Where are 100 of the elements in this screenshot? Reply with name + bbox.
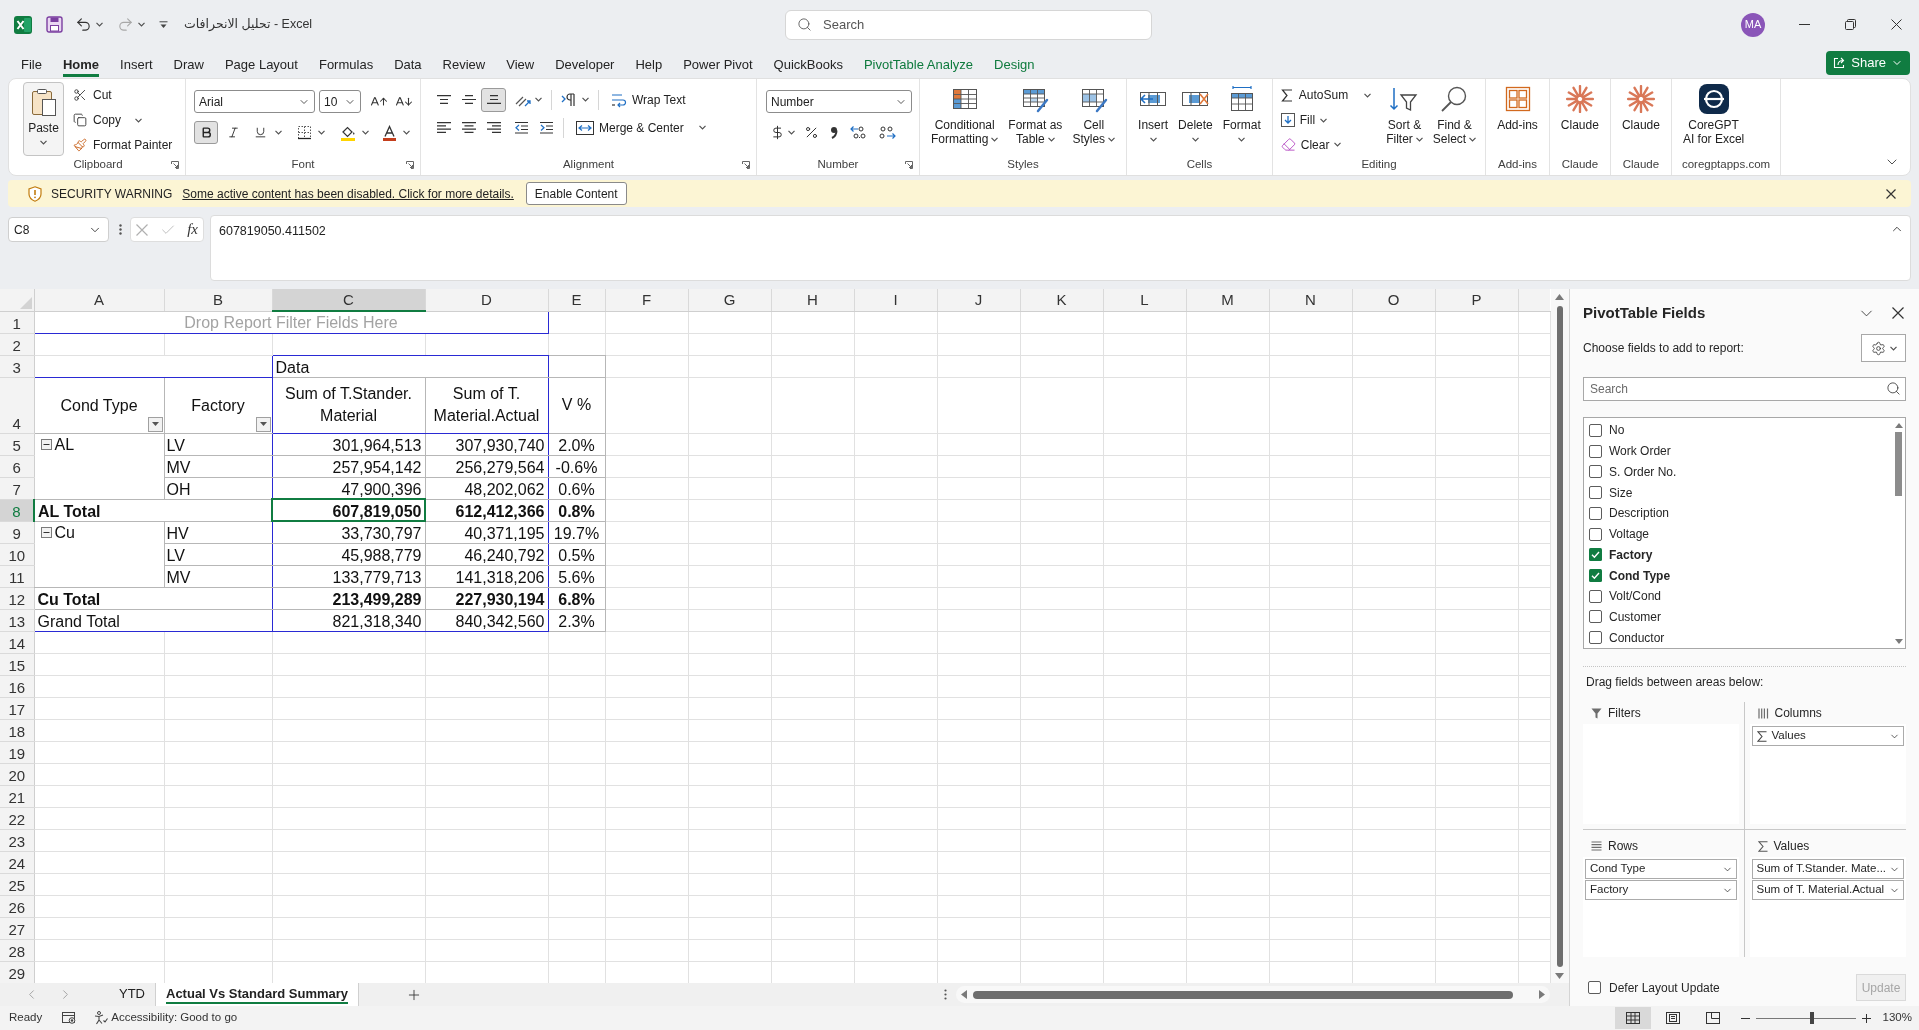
column-header[interactable]: K <box>1020 289 1103 311</box>
area-field-chip[interactable]: Sum of T.Stander. Mate... <box>1751 859 1904 879</box>
row-header[interactable]: 14 <box>0 631 34 653</box>
find-select-button[interactable]: Find & Select <box>1429 81 1480 157</box>
column-header[interactable]: A <box>34 289 164 311</box>
field-name[interactable]: S. Order No. <box>1609 462 1677 481</box>
sheet-record-icon[interactable] <box>62 1012 77 1024</box>
fill-button[interactable]: Fill <box>1278 107 1372 133</box>
slider-thumb[interactable] <box>1809 1012 1814 1024</box>
row-header[interactable]: 1 <box>0 311 34 333</box>
search-field[interactable]: Search <box>1583 377 1906 401</box>
merge-center-button[interactable]: Merge & Center <box>573 115 687 140</box>
field-drop-area[interactable]: Cond Type Factory <box>1583 857 1739 957</box>
scrollbar-thumb[interactable] <box>973 990 1513 999</box>
borders-icon[interactable] <box>297 125 312 140</box>
row-header[interactable]: 18 <box>0 719 34 741</box>
caret-icon[interactable] <box>991 136 999 142</box>
coregpt-button[interactable]: CoreGPT AI for Excel <box>1679 81 1748 157</box>
spreadsheet-logo-icon[interactable] <box>14 15 32 34</box>
format-painter-button[interactable]: Format Painter <box>71 132 175 157</box>
dialog-launcher-icon[interactable] <box>171 160 179 169</box>
column-header[interactable]: E <box>548 289 605 311</box>
field-name[interactable]: Conductor <box>1609 628 1665 647</box>
row-header[interactable]: 17 <box>0 697 34 719</box>
search-field[interactable]: Search <box>785 9 1152 40</box>
row-header[interactable]: 10 <box>0 543 34 565</box>
dialog-launcher-icon[interactable] <box>742 160 750 169</box>
caret-icon[interactable] <box>1364 92 1372 98</box>
undo-icon[interactable] <box>75 16 92 33</box>
field-name[interactable]: No <box>1609 421 1625 440</box>
cell-styles-button[interactable]: Cell Styles <box>1069 81 1119 157</box>
caret-icon[interactable] <box>40 140 47 145</box>
field-name[interactable]: Volt/Cond <box>1609 587 1662 606</box>
column-header[interactable]: F <box>605 289 688 311</box>
ribbon-tab[interactable]: Formulas <box>318 54 374 77</box>
vertical-dots-icon[interactable] <box>944 989 947 1000</box>
row-header[interactable]: 7 <box>0 477 34 499</box>
caret-icon[interactable] <box>1149 136 1157 142</box>
ribbon-tab[interactable]: Page Layout <box>224 54 298 77</box>
row-header[interactable]: 24 <box>0 851 34 873</box>
caret-icon[interactable] <box>698 125 706 130</box>
row-header[interactable]: 13 <box>0 609 34 631</box>
row-header[interactable]: 4 <box>0 377 34 433</box>
field-name[interactable]: Size <box>1609 483 1633 502</box>
area-field-chip[interactable]: Sum of T. Material.Actual <box>1751 880 1904 900</box>
sort-filter-button[interactable]: Sort & Filter <box>1383 81 1426 157</box>
caret-icon[interactable] <box>582 97 589 102</box>
ribbon-tab[interactable]: Data <box>394 54 422 77</box>
field-checkbox[interactable] <box>1589 486 1602 500</box>
field-checkbox[interactable] <box>1589 610 1602 624</box>
view-button[interactable] <box>1614 1007 1651 1029</box>
details-link[interactable]: Some active content has been disabled. Click for more details. <box>182 184 514 203</box>
ribbon-tab[interactable]: Insert <box>120 54 153 77</box>
zoom-in-icon[interactable] <box>1861 1013 1871 1023</box>
settings-dropdown-button[interactable] <box>1861 334 1906 362</box>
ribbon-tab[interactable]: Help <box>635 54 663 77</box>
caret-icon[interactable] <box>96 22 103 27</box>
field-name[interactable]: Factory <box>1609 545 1653 564</box>
caret-icon[interactable] <box>1238 136 1246 142</box>
area-field-chip[interactable]: Cond Type <box>1585 859 1737 879</box>
caret-icon[interactable] <box>535 97 542 102</box>
column-header[interactable]: H <box>771 289 854 311</box>
column-header[interactable]: P <box>1435 289 1518 311</box>
field-drop-area[interactable]: Values <box>1749 724 1906 824</box>
decrease-decimal-icon[interactable] <box>878 125 896 140</box>
row-header[interactable]: 21 <box>0 785 34 807</box>
decrease-indent-icon[interactable] <box>514 120 529 135</box>
currency-icon[interactable] <box>770 125 785 140</box>
increase-decimal-icon[interactable] <box>850 125 868 140</box>
ribbon-tab[interactable]: PivotTable Analyze <box>863 54 974 77</box>
row-header[interactable]: 8 <box>0 499 34 521</box>
paint-bucket-icon[interactable] <box>340 124 356 141</box>
name-box[interactable]: C8 <box>8 217 109 242</box>
ribbon-tab[interactable]: View <box>506 54 535 77</box>
claude-button[interactable]: Claude <box>1618 81 1663 157</box>
field-checkbox[interactable] <box>1589 548 1602 562</box>
row-header[interactable]: 25 <box>0 873 34 895</box>
number-format-dropdown[interactable]: Number <box>766 90 912 113</box>
defer-checkbox[interactable] <box>1588 981 1601 994</box>
cut-button[interactable]: Cut <box>71 83 175 108</box>
column-header[interactable]: O <box>1352 289 1435 311</box>
filter-dropdown-button[interactable] <box>147 416 163 432</box>
dialog-launcher-icon[interactable] <box>905 160 913 169</box>
row-header[interactable]: 15 <box>0 653 34 675</box>
format-cells-button[interactable]: Format <box>1219 81 1264 157</box>
field-name[interactable]: Description <box>1609 504 1670 523</box>
field-checkbox[interactable] <box>1589 569 1602 582</box>
caret-icon[interactable] <box>1191 136 1199 142</box>
column-header[interactable]: N <box>1269 289 1352 311</box>
formula-input[interactable]: 607819050.411502 <box>210 215 1911 281</box>
caret-icon[interactable] <box>1047 136 1055 142</box>
row-header[interactable]: 11 <box>0 565 34 587</box>
row-header[interactable]: 16 <box>0 675 34 697</box>
caret-icon[interactable] <box>135 117 142 123</box>
enable-content-button[interactable]: Enable Content <box>525 182 627 205</box>
font-color-icon[interactable] <box>382 124 397 141</box>
field-checkbox[interactable] <box>1589 423 1602 437</box>
row-header[interactable]: 26 <box>0 895 34 917</box>
row-header[interactable]: 23 <box>0 829 34 851</box>
share-button[interactable]: Share <box>1826 51 1910 75</box>
